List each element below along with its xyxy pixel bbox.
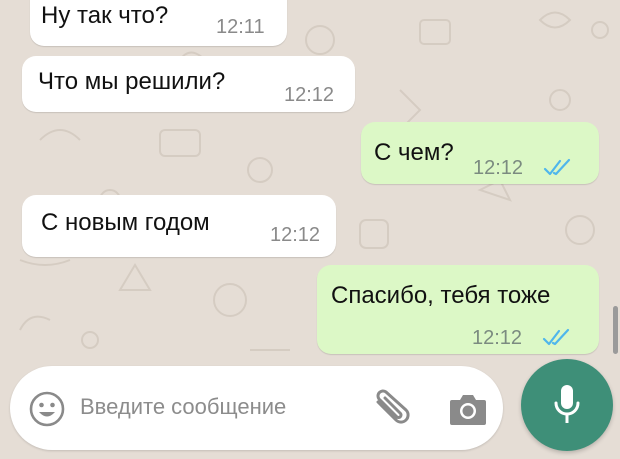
message-bubble-incoming[interactable]: Ну так что? 12:11 xyxy=(30,0,287,46)
microphone-icon xyxy=(554,385,580,423)
message-bubble-outgoing[interactable]: Спасибо, тебя тоже 12:12 xyxy=(317,265,599,354)
read-receipt-icon xyxy=(543,158,571,176)
message-text: С чем? xyxy=(374,139,454,166)
message-input-bar[interactable]: Введите сообщение xyxy=(10,366,503,450)
voice-message-button[interactable] xyxy=(521,359,613,451)
message-bubble-outgoing[interactable]: С чем? 12:12 xyxy=(361,122,599,184)
message-time: 12:11 xyxy=(216,16,265,38)
message-time: 12:12 xyxy=(270,224,321,246)
smiley-icon[interactable] xyxy=(28,390,66,428)
message-text: Ну так что? xyxy=(41,2,169,29)
read-receipt-icon xyxy=(542,328,570,346)
message-text: С новым годом xyxy=(41,209,210,236)
message-text: Спасибо, тебя тоже xyxy=(331,282,551,309)
message-input-placeholder[interactable]: Введите сообщение xyxy=(80,394,286,420)
paperclip-icon[interactable] xyxy=(370,388,414,428)
message-time: 12:12 xyxy=(472,327,523,349)
message-time: 12:12 xyxy=(473,157,524,179)
message-time: 12:12 xyxy=(284,84,335,106)
message-bubble-incoming[interactable]: С новым годом 12:12 xyxy=(22,195,336,257)
message-bubble-incoming[interactable]: Что мы решили? 12:12 xyxy=(22,56,355,112)
camera-icon[interactable] xyxy=(448,390,488,428)
message-text: Что мы решили? xyxy=(38,68,226,95)
chat-scrollbar[interactable] xyxy=(613,306,618,354)
